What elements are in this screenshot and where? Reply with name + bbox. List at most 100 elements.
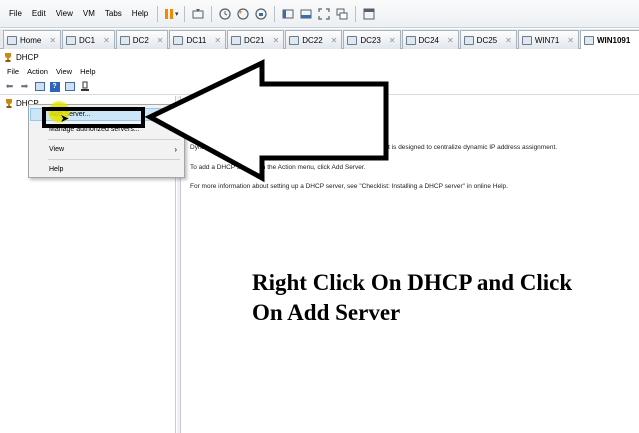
vm-tab-bar: Home ✕ DC1 ✕ DC2 ✕ DC11 ✕ DC21 ✕ DC22 ✕ DC23 ✕ …	[0, 29, 639, 49]
show-hide-tree-button[interactable]	[33, 81, 46, 93]
toolbar-separator	[211, 5, 213, 22]
close-icon[interactable]: ✕	[103, 36, 110, 45]
tab-label: DC1	[79, 35, 96, 45]
revert-snapshot-button[interactable]	[234, 5, 252, 23]
home-icon	[7, 35, 17, 45]
menu-file[interactable]: File	[4, 9, 27, 18]
pause-icon	[164, 8, 174, 19]
send-keys-button[interactable]	[189, 5, 207, 23]
unity-button[interactable]	[333, 5, 351, 23]
tab-dc2[interactable]: DC2 ✕	[115, 30, 169, 49]
toolbar-separator	[274, 5, 276, 22]
fullscreen-button[interactable]	[315, 5, 333, 23]
tab-label: DC22	[302, 35, 323, 45]
vm-icon	[347, 35, 358, 45]
snapshot-manager-icon	[255, 7, 267, 20]
close-icon[interactable]: ✕	[567, 36, 574, 45]
authorize-button[interactable]	[78, 81, 91, 93]
tab-label: WIN1091	[596, 35, 631, 45]
tab-label: DC25	[476, 35, 498, 45]
close-icon[interactable]: ✕	[389, 36, 396, 45]
vm-icon	[463, 35, 474, 45]
tab-dc25[interactable]: DC25 ✕	[459, 30, 517, 49]
tab-dc11[interactable]: DC11 ✕	[169, 30, 227, 49]
close-icon[interactable]: ✕	[447, 36, 454, 45]
console-view-button[interactable]	[360, 5, 378, 23]
tab-win1091[interactable]: WIN1091✕	[579, 30, 639, 49]
dhcp-menu-action[interactable]: Action	[23, 67, 52, 76]
dhcp-logo-icon	[190, 112, 212, 134]
close-icon[interactable]: ✕	[505, 36, 512, 45]
show-action-pane-button[interactable]	[63, 81, 76, 93]
mouse-pointer-icon: ➤	[60, 113, 70, 125]
tab-label: WIN71	[534, 35, 560, 45]
snapshot-icon	[219, 7, 231, 20]
vm-icon	[583, 35, 594, 45]
dhcp-menu-help[interactable]: Help	[76, 67, 99, 76]
menu-vm[interactable]: VM	[78, 9, 100, 18]
chevron-down-icon: ▾	[174, 10, 179, 18]
close-icon[interactable]: ✕	[331, 36, 338, 45]
vm-icon	[231, 35, 242, 45]
dhcp-toolbar: ⬅ ➡ ?	[0, 79, 639, 95]
dhcp-menu-file[interactable]: File	[3, 67, 23, 76]
forward-arrow-icon: ➡	[20, 81, 29, 91]
console-tree-icon	[34, 82, 45, 91]
dhcp-icon	[6, 99, 12, 108]
tab-win71[interactable]: WIN71 ✕	[517, 30, 579, 49]
dhcp-menubar: File Action View Help	[0, 65, 639, 78]
description-paragraph: Dynamic Host Configuration Protocol (DHC…	[190, 144, 558, 151]
tab-home[interactable]: Home ✕	[3, 30, 62, 49]
unity-icon	[336, 8, 348, 19]
menu-help[interactable]: Help	[127, 9, 153, 18]
vm-icon	[405, 35, 416, 45]
tab-label: DC11	[186, 35, 207, 45]
annotation-highlight-box	[42, 107, 145, 128]
vm-icon	[119, 35, 130, 45]
authorize-icon	[80, 81, 89, 91]
tab-label: DC23	[360, 35, 381, 45]
annotation-caption: Right Click On DHCP and Click On Add Ser…	[252, 270, 573, 325]
menu-tabs[interactable]: Tabs	[100, 9, 127, 18]
menu-view[interactable]: View	[51, 9, 78, 18]
toolbar-separator	[184, 5, 186, 22]
window-title: DHCP	[16, 52, 39, 62]
send-keys-icon	[192, 8, 204, 18]
menu-edit[interactable]: Edit	[27, 9, 51, 18]
dhcp-menu-view[interactable]: View	[52, 67, 76, 76]
action-pane-icon	[64, 82, 75, 91]
thumbnail-icon	[300, 9, 312, 18]
pause-button[interactable]: ▾	[162, 5, 180, 23]
tab-dc24[interactable]: DC24 ✕	[401, 30, 459, 49]
menu-separator	[48, 159, 180, 160]
tab-label: DC2	[132, 35, 149, 45]
more-info-paragraph: For more information about setting up a …	[190, 183, 508, 190]
tab-dc23[interactable]: DC23 ✕	[343, 30, 401, 49]
instruction-paragraph: To add a DHCP server, on the Action menu…	[190, 164, 366, 171]
window-title-bar: DHCP	[0, 50, 639, 64]
tab-dc21[interactable]: DC21 ✕	[227, 30, 285, 49]
help-button[interactable]: ?	[48, 81, 61, 93]
toolbar-separator	[157, 5, 159, 22]
snapshot-button[interactable]	[216, 5, 234, 23]
details-pane: Dynamic Host Configuration Protocol (DHC…	[182, 96, 639, 433]
forward-button[interactable]: ➡	[18, 81, 31, 93]
vmware-menubar: File Edit View VM Tabs Help ▾	[0, 0, 639, 28]
tab-label: DC24	[418, 35, 439, 45]
console-view-icon	[363, 8, 375, 19]
vm-icon	[173, 35, 184, 45]
back-button[interactable]: ⬅	[3, 81, 16, 93]
context-menu-help[interactable]: Help	[30, 163, 183, 176]
vm-icon	[66, 35, 77, 45]
thumbnail-button[interactable]	[297, 5, 315, 23]
context-menu-view[interactable]: View ›	[30, 143, 183, 156]
tab-dc22[interactable]: DC22 ✕	[285, 30, 343, 49]
close-icon[interactable]: ✕	[273, 36, 280, 45]
close-icon[interactable]: ✕	[157, 36, 164, 45]
snapshot-manager-button[interactable]	[252, 5, 270, 23]
menu-separator	[48, 139, 180, 140]
tab-dc1[interactable]: DC1 ✕	[62, 30, 115, 49]
show-library-button[interactable]	[279, 5, 297, 23]
close-icon[interactable]: ✕	[214, 36, 221, 45]
close-icon[interactable]: ✕	[49, 36, 56, 45]
